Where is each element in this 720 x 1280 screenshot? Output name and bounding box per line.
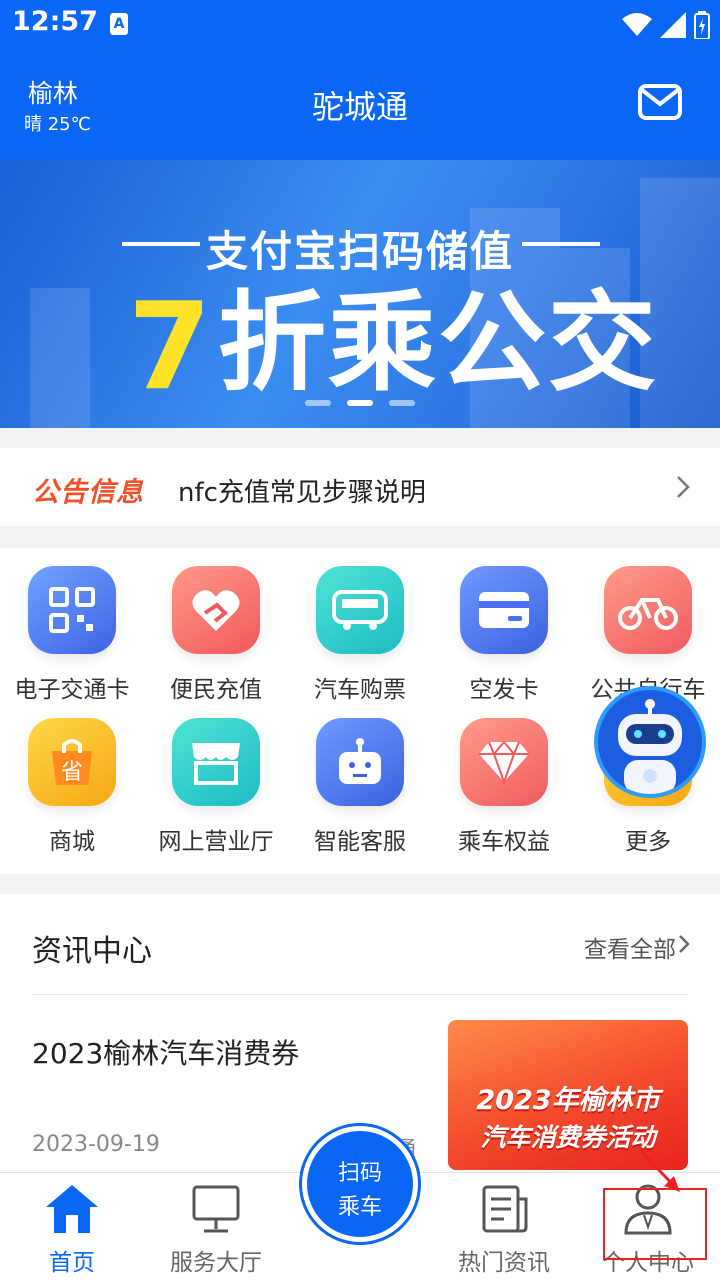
service-label: 电子交通卡 xyxy=(14,677,130,703)
service-label: 乘车权益 xyxy=(458,829,550,855)
service-label: 网上营业厅 xyxy=(158,829,274,855)
tab-service-hall[interactable]: 服务大厅 xyxy=(144,1173,288,1280)
chevron-right-icon xyxy=(679,935,690,953)
monitor-icon xyxy=(192,1185,240,1233)
notification-a-icon: A xyxy=(110,13,128,35)
tab-home[interactable]: 首页 xyxy=(0,1173,144,1280)
assistant-robot-icon xyxy=(618,699,682,794)
service-mall[interactable]: 省 商城 xyxy=(0,718,144,856)
highlight-box xyxy=(603,1188,707,1260)
newspaper-icon xyxy=(482,1185,528,1233)
service-public-bike[interactable]: 公共自行车 xyxy=(576,566,720,704)
app-header: 榆林 晴 25℃ 驼城通 xyxy=(0,52,720,160)
service-e-transit-card[interactable]: 电子交通卡 xyxy=(0,566,144,704)
news-item-title[interactable]: 2023榆林汽车消费券 xyxy=(32,1032,299,1072)
notice-tag: 公告信息 xyxy=(32,477,144,508)
tab-hot-news[interactable]: 热门资讯 xyxy=(432,1173,576,1280)
tab-label: 首页 xyxy=(49,1250,95,1276)
service-label: 空发卡 xyxy=(469,677,539,703)
news-header: 资讯中心 xyxy=(32,934,152,969)
mail-icon[interactable] xyxy=(638,84,682,120)
banner-discount-text: 折乘公交 xyxy=(218,281,659,406)
app-title: 驼城通 xyxy=(311,88,408,126)
service-smart-support[interactable]: 智能客服 xyxy=(288,718,432,856)
scan-ride-button[interactable]: 扫码 乘车 xyxy=(302,1126,418,1242)
service-online-hall[interactable]: 网上营业厅 xyxy=(144,718,288,856)
service-label: 智能客服 xyxy=(314,829,406,855)
service-card-issue[interactable]: 空发卡 xyxy=(432,566,576,704)
service-label: 便民充值 xyxy=(170,677,262,703)
shopping-bag-icon: 省 xyxy=(28,718,116,806)
store-icon xyxy=(172,718,260,806)
scan-label-line2: 乘车 xyxy=(337,1195,382,1220)
diamond-icon xyxy=(460,718,548,806)
card-icon xyxy=(460,566,548,654)
promo-banner[interactable]: 支付宝扫码储值 7 折乘公交 xyxy=(0,160,720,428)
tab-label: 服务大厅 xyxy=(170,1250,262,1276)
scan-label-line1: 扫码 xyxy=(337,1161,382,1186)
svg-text:省: 省 xyxy=(61,760,83,785)
tab-label: 热门资讯 xyxy=(458,1250,550,1276)
heart-hand-icon xyxy=(172,566,260,654)
thumb-text-line2: 汽车消费券活动 xyxy=(480,1123,656,1152)
home-icon xyxy=(46,1185,98,1233)
news-item-thumbnail[interactable]: 2023年榆林市 汽车消费券活动 xyxy=(448,1020,688,1170)
floating-assistant-button[interactable] xyxy=(594,686,706,798)
battery-icon xyxy=(694,11,710,39)
qr-card-icon xyxy=(28,566,116,654)
cell-signal-icon xyxy=(660,12,686,38)
banner-headline: 支付宝扫码储值 xyxy=(205,227,514,276)
banner-pagination xyxy=(305,400,415,406)
notice-text[interactable]: nfc充值常见步骤说明 xyxy=(178,472,426,509)
notice-bar[interactable]: 公告信息 nfc充值常见步骤说明 xyxy=(0,448,720,526)
bicycle-icon xyxy=(604,566,692,654)
service-label: 更多 xyxy=(625,829,671,855)
status-time: 12:57 xyxy=(12,6,98,37)
banner-number: 7 xyxy=(128,278,212,417)
status-bar: 12:57 A xyxy=(0,0,720,52)
service-recharge[interactable]: 便民充值 xyxy=(144,566,288,704)
chevron-right-icon xyxy=(677,476,690,498)
wifi-icon xyxy=(622,13,652,36)
service-bus-ticket[interactable]: 汽车购票 xyxy=(288,566,432,704)
robot-icon xyxy=(316,718,404,806)
view-all-link[interactable]: 查看全部 xyxy=(584,930,676,964)
thumb-text-line1: 2023年榆林市 xyxy=(476,1085,660,1116)
service-label: 汽车购票 xyxy=(314,677,406,703)
divider xyxy=(32,994,688,995)
service-label: 商城 xyxy=(49,829,95,855)
bus-icon xyxy=(316,566,404,654)
service-ride-benefits[interactable]: 乘车权益 xyxy=(432,718,576,856)
news-item-date: 2023-09-19 xyxy=(32,1132,160,1157)
